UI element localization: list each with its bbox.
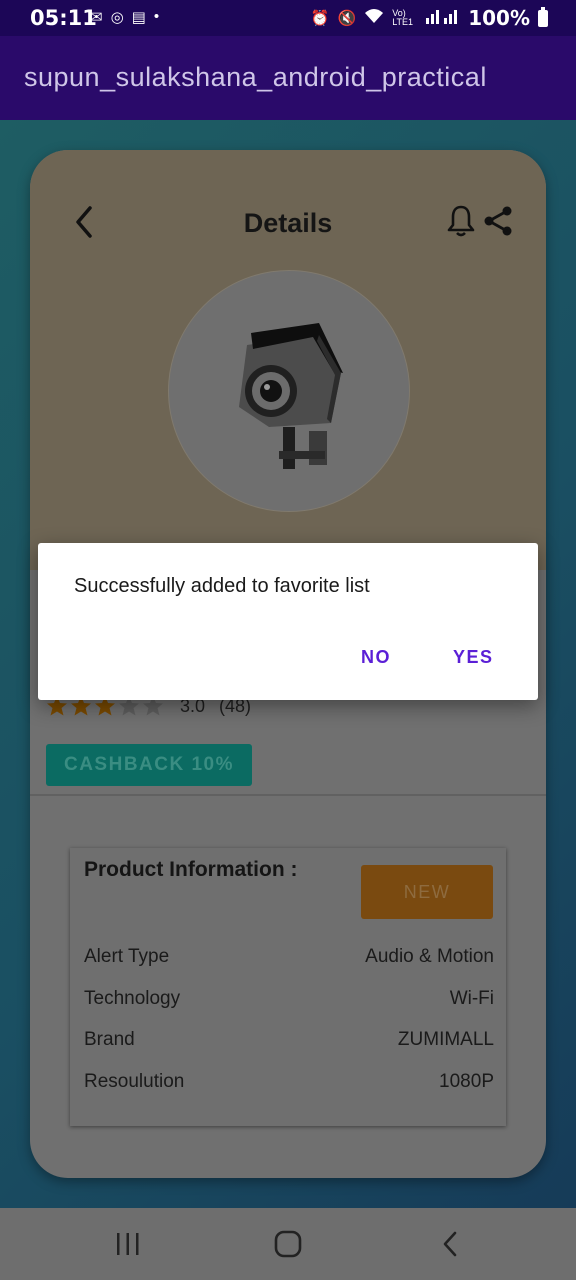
favorite-dialog: Successfully added to favorite list NO Y…: [38, 543, 538, 700]
dialog-yes-button[interactable]: YES: [453, 647, 494, 668]
home-icon[interactable]: [274, 1230, 302, 1258]
info-row-technology: Technology Wi-Fi: [84, 988, 494, 1014]
wifi-icon: [364, 8, 384, 28]
cashback-button[interactable]: CASHBACK 10%: [46, 744, 252, 786]
signal-icon: [426, 8, 460, 28]
dialog-message: Successfully added to favorite list: [74, 575, 370, 597]
bell-icon[interactable]: [446, 204, 476, 238]
info-key: Alert Type: [84, 946, 170, 967]
info-row-brand: Brand ZUMIMALL: [84, 1029, 494, 1055]
alarm-icon: ⏰: [310, 10, 330, 27]
info-value: 1080P: [439, 1071, 494, 1092]
info-key: Brand: [84, 1029, 135, 1050]
info-key: Technology: [84, 988, 181, 1009]
security-camera-image: [239, 323, 343, 469]
status-bar: 05:11 ✉ ◎ ▤ • ⏰ 🔇 Vo) LTE1 100%: [0, 0, 576, 36]
app-title: supun_sulakshana_android_practical: [24, 62, 487, 92]
recent-apps-icon[interactable]: [114, 1232, 142, 1256]
network-label: Vo) LTE1: [392, 8, 414, 27]
nav-back-icon[interactable]: [440, 1230, 460, 1258]
status-time: 05:11: [30, 6, 97, 30]
mute-icon: 🔇: [337, 10, 357, 27]
details-header: Details: [30, 200, 546, 246]
info-row-alert-type: Alert Type Audio & Motion: [84, 946, 494, 972]
system-icons: ⏰ 🔇 Vo) LTE1 100%: [311, 6, 548, 30]
system-nav-bar: [0, 1208, 576, 1280]
battery-icon: [538, 6, 548, 27]
share-icon[interactable]: [482, 204, 514, 238]
notification-icons: ✉ ◎ ▤ •: [90, 8, 159, 26]
product-info-card: Product Information : NEW Alert Type Aud…: [70, 848, 506, 1126]
message-icon: ▤: [131, 9, 146, 26]
info-value: Audio & Motion: [365, 946, 494, 967]
dot-icon: •: [153, 8, 160, 25]
product-info-title: Product Information :: [84, 858, 298, 881]
sync-icon: ◎: [110, 9, 124, 26]
dialog-no-button[interactable]: NO: [361, 647, 391, 668]
new-badge-button[interactable]: NEW: [361, 865, 493, 919]
info-row-resolution: Resoulution 1080P: [84, 1071, 494, 1097]
info-key: Resoulution: [84, 1071, 185, 1092]
info-value: Wi-Fi: [449, 988, 494, 1009]
battery-percent: 100%: [468, 6, 530, 30]
product-image-circle: [168, 270, 410, 512]
gmail-icon: ✉: [90, 9, 103, 26]
divider: [30, 794, 546, 796]
info-value: ZUMIMALL: [397, 1029, 494, 1050]
app-bar: supun_sulakshana_android_practical: [0, 36, 576, 120]
